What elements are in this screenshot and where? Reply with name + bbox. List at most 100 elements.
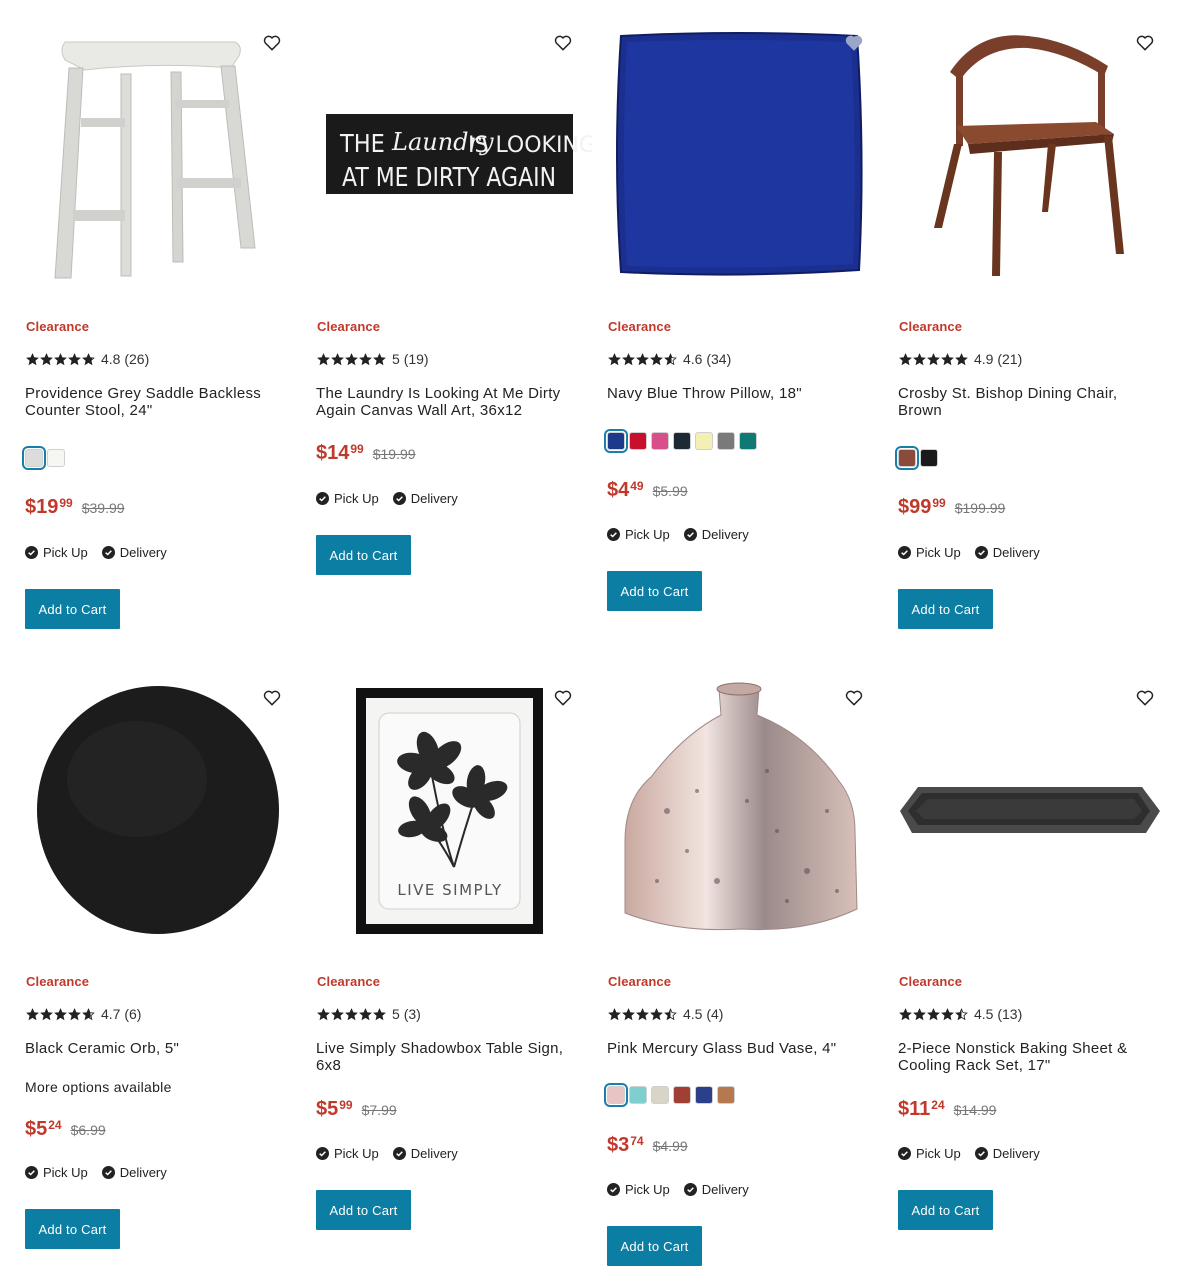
add-to-cart-button[interactable]: Add to Cart	[898, 1190, 993, 1230]
color-swatch[interactable]	[604, 429, 628, 453]
product-title[interactable]: Crosby St. Bishop Dining Chair, Brown	[898, 385, 1163, 419]
add-to-cart-button[interactable]: Add to Cart	[607, 571, 702, 611]
original-price: $4.99	[652, 1138, 688, 1154]
color-swatches	[895, 446, 938, 470]
product-title[interactable]: Live Simply Shadowbox Table Sign, 6x8	[316, 1040, 581, 1074]
star-rating-icon	[608, 352, 677, 366]
color-swatch[interactable]	[739, 432, 757, 450]
color-swatch[interactable]	[717, 1086, 735, 1104]
color-swatches	[22, 446, 65, 470]
product-image-pillow[interactable]	[607, 26, 883, 314]
add-to-cart-button[interactable]: Add to Cart	[898, 589, 993, 629]
review-count: (19)	[403, 351, 429, 367]
star-icon	[359, 1007, 372, 1020]
color-swatch[interactable]	[673, 432, 691, 450]
product-image-stool[interactable]	[25, 26, 301, 314]
fulfillment-options: Pick Up Delivery	[898, 1146, 1040, 1161]
wishlist-heart-icon[interactable]	[553, 33, 573, 53]
add-to-cart-button[interactable]: Add to Cart	[316, 1190, 411, 1230]
product-title[interactable]: Black Ceramic Orb, 5"	[25, 1040, 290, 1057]
price-dollars: $14	[316, 442, 350, 464]
color-swatch[interactable]	[673, 1086, 691, 1104]
original-price: $6.99	[70, 1122, 106, 1138]
product-image-shadowbox[interactable]: LIVE SIMPLY	[316, 681, 592, 969]
review-count: (3)	[403, 1006, 421, 1022]
delivery-option: Delivery	[101, 1165, 167, 1180]
color-swatch[interactable]	[717, 432, 735, 450]
color-swatch[interactable]	[695, 1086, 713, 1104]
price-dollars: $4	[607, 479, 630, 501]
star-icon	[26, 352, 39, 365]
star-icon	[82, 1007, 95, 1020]
more-options-link[interactable]: More options available	[25, 1079, 172, 1095]
wishlist-heart-icon[interactable]	[844, 688, 864, 708]
product-card: THE Laundry IS LOOKING AT ME DIRTY AGAIN…	[316, 26, 592, 646]
price-cents: 99	[339, 1098, 353, 1112]
product-image-baking-sheet[interactable]	[898, 681, 1174, 969]
star-icon	[913, 352, 926, 365]
wishlist-heart-icon[interactable]	[262, 688, 282, 708]
product-image-vase[interactable]	[607, 681, 883, 969]
product-image-canvas-art[interactable]: THE Laundry IS LOOKING AT ME DIRTY AGAIN	[316, 26, 592, 314]
check-circle-icon	[607, 1183, 620, 1196]
fulfillment-options: Pick Up Delivery	[316, 491, 458, 506]
color-swatch[interactable]	[629, 432, 647, 450]
color-swatch[interactable]	[920, 449, 938, 467]
product-card: Clearance 4.6 (34) Navy Blue Throw Pillo…	[604, 26, 883, 646]
pickup-option: Pick Up	[898, 545, 961, 560]
check-circle-icon	[974, 1147, 988, 1160]
wishlist-heart-icon[interactable]	[1135, 688, 1155, 708]
add-to-cart-button[interactable]: Add to Cart	[607, 1226, 702, 1266]
color-swatch[interactable]	[651, 1086, 669, 1104]
color-swatch[interactable]	[47, 449, 65, 467]
wishlist-heart-icon[interactable]	[262, 33, 282, 53]
original-price: $7.99	[361, 1102, 397, 1118]
color-swatch[interactable]	[695, 432, 713, 450]
star-icon	[373, 1007, 386, 1020]
color-swatch[interactable]	[629, 1086, 647, 1104]
star-icon	[331, 1007, 344, 1020]
product-title[interactable]: 2-Piece Nonstick Baking Sheet & Cooling …	[898, 1040, 1163, 1074]
color-swatch[interactable]	[651, 432, 669, 450]
color-swatch[interactable]	[895, 446, 919, 470]
original-price: $19.99	[372, 446, 416, 462]
color-swatches	[604, 429, 757, 453]
star-icon	[927, 352, 940, 365]
pickup-option: Pick Up	[316, 1146, 379, 1161]
star-rating-icon	[317, 352, 386, 366]
star-icon	[664, 352, 677, 365]
price-cents: 99	[350, 442, 364, 456]
star-icon	[664, 1007, 677, 1020]
product-card: LIVE SIMPLY Clearance 5 (3) Live Simply …	[316, 681, 592, 1281]
product-title[interactable]: Pink Mercury Glass Bud Vase, 4"	[607, 1040, 872, 1057]
rating-value: 5	[392, 351, 400, 367]
add-to-cart-button[interactable]: Add to Cart	[316, 535, 411, 575]
product-price: $99 99 $199.99	[898, 496, 1005, 518]
product-title[interactable]: Providence Grey Saddle Backless Counter …	[25, 385, 290, 419]
product-image-orb[interactable]	[25, 681, 301, 969]
wishlist-heart-icon[interactable]	[553, 688, 573, 708]
color-swatch[interactable]	[604, 1083, 628, 1107]
add-to-cart-button[interactable]: Add to Cart	[25, 1209, 120, 1249]
product-title[interactable]: The Laundry Is Looking At Me Dirty Again…	[316, 385, 581, 419]
product-title[interactable]: Navy Blue Throw Pillow, 18"	[607, 385, 872, 402]
star-icon	[636, 352, 649, 365]
add-to-cart-button[interactable]: Add to Cart	[25, 589, 120, 629]
wishlist-heart-icon[interactable]	[844, 33, 864, 53]
wishlist-heart-icon[interactable]	[1135, 33, 1155, 53]
star-icon	[26, 1007, 39, 1020]
star-icon	[68, 352, 81, 365]
color-swatch[interactable]	[22, 446, 46, 470]
price-cents: 24	[48, 1118, 62, 1132]
product-rating: 5 (19)	[317, 351, 429, 367]
product-rating: 4.9 (21)	[899, 351, 1022, 367]
star-icon	[941, 352, 954, 365]
product-image-chair[interactable]	[898, 26, 1174, 314]
rating-value: 4.6	[683, 351, 703, 367]
clearance-badge: Clearance	[899, 974, 963, 989]
original-price: $39.99	[81, 500, 125, 516]
fulfillment-options: Pick Up Delivery	[607, 527, 749, 542]
product-card: Clearance 4.9 (21) Crosby St. Bishop Din…	[895, 26, 1174, 646]
delivery-option: Delivery	[683, 527, 749, 542]
product-rating: 4.7 (6)	[26, 1006, 141, 1022]
